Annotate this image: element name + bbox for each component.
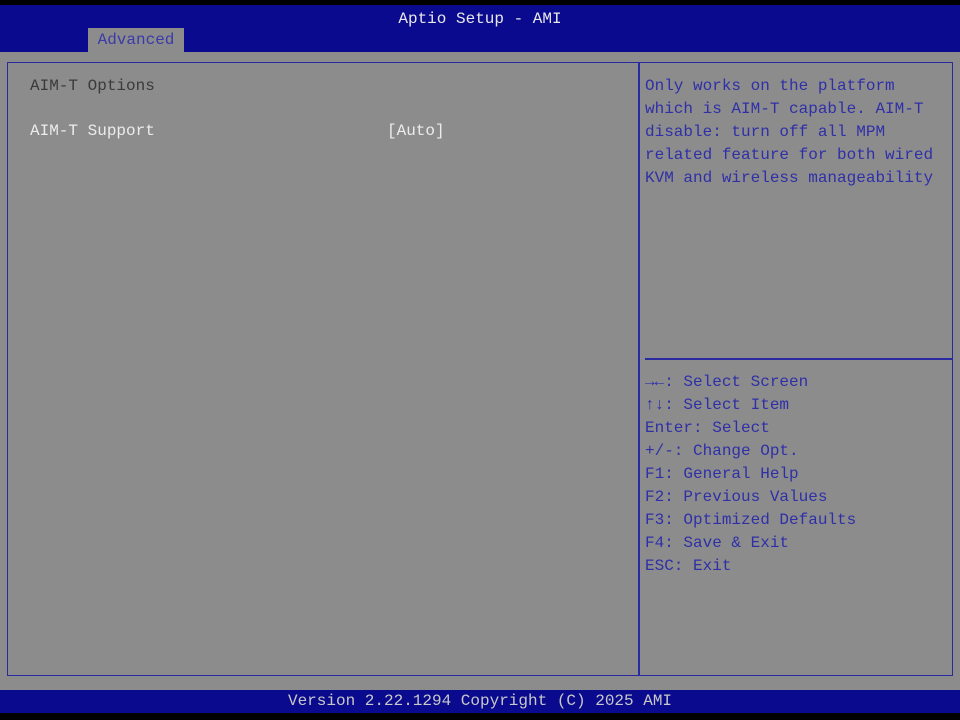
app-title: Aptio Setup - AMI [398, 10, 562, 28]
help-line: KVM and wireless manageability [645, 169, 934, 187]
help-line: disable: turn off all MPM [645, 123, 886, 141]
help-line: related feature for both wired [645, 146, 934, 164]
key-hint: +/-: Change Opt. [645, 442, 799, 460]
key-hint: ESC: Exit [645, 557, 732, 575]
footer-version: Version 2.22.1294 Copyright (C) 2025 AMI [0, 690, 960, 713]
section-title: AIM-T Options [30, 77, 155, 95]
key-hint: →←: Select Screen [645, 373, 809, 391]
header-bar: Aptio Setup - AMI Advanced [0, 5, 960, 52]
key-hint: F3: Optimized Defaults [645, 511, 857, 529]
panel-divider [638, 62, 640, 676]
help-line: Only works on the platform [645, 77, 895, 95]
key-hint: F1: General Help [645, 465, 799, 483]
key-hint: F4: Save & Exit [645, 534, 790, 552]
key-hint: F2: Previous Values [645, 488, 828, 506]
key-hint: ↑↓: Select Item [645, 396, 790, 414]
key-hint: Enter: Select [645, 419, 770, 437]
setting-value[interactable]: [Auto] [387, 120, 445, 143]
main-panel: AIM-T Options AIM-T Support [Auto] Only … [0, 52, 960, 690]
help-divider [645, 358, 952, 360]
help-line: which is AIM-T capable. AIM-T [645, 100, 924, 118]
tab-advanced[interactable]: Advanced [88, 28, 184, 52]
setting-label: AIM-T Support [30, 122, 155, 140]
